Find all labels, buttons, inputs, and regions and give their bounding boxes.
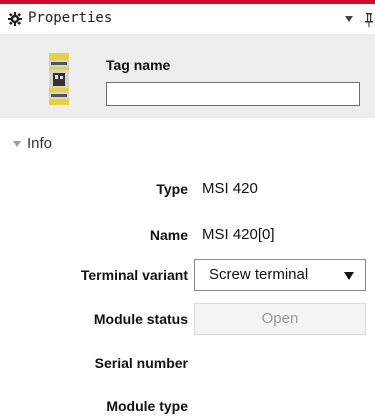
name-value: MSI 420[0] <box>202 226 275 243</box>
terminal-variant-select[interactable]: Screw terminal <box>194 259 366 291</box>
info-section-header[interactable]: Info <box>0 134 375 156</box>
safety-module-icon <box>49 53 69 105</box>
type-label: Type <box>156 181 188 197</box>
pin-icon[interactable] <box>364 13 374 27</box>
chevron-down-icon <box>344 272 354 280</box>
module-status-label: Module status <box>93 311 188 327</box>
terminal-variant-label: Terminal variant <box>80 267 188 283</box>
terminal-variant-value: Screw terminal <box>209 266 309 283</box>
properties-panel-header: Properties <box>0 4 375 34</box>
tag-name-label: Tag name <box>106 57 171 73</box>
tag-name-input[interactable] <box>106 82 360 106</box>
device-header: Tag name <box>0 34 375 118</box>
dropdown-triangle-icon[interactable] <box>345 16 353 22</box>
gear-icon <box>8 12 22 26</box>
collapse-triangle-icon[interactable] <box>13 141 21 147</box>
module-type-label: Module type <box>106 398 188 414</box>
type-value: MSI 420 <box>202 180 258 197</box>
panel-title: Properties <box>28 10 113 26</box>
serial-number-label: Serial number <box>94 355 188 371</box>
info-section-label: Info <box>27 135 53 152</box>
module-status-open-button[interactable]: Open <box>194 303 366 335</box>
name-label: Name <box>149 227 188 243</box>
